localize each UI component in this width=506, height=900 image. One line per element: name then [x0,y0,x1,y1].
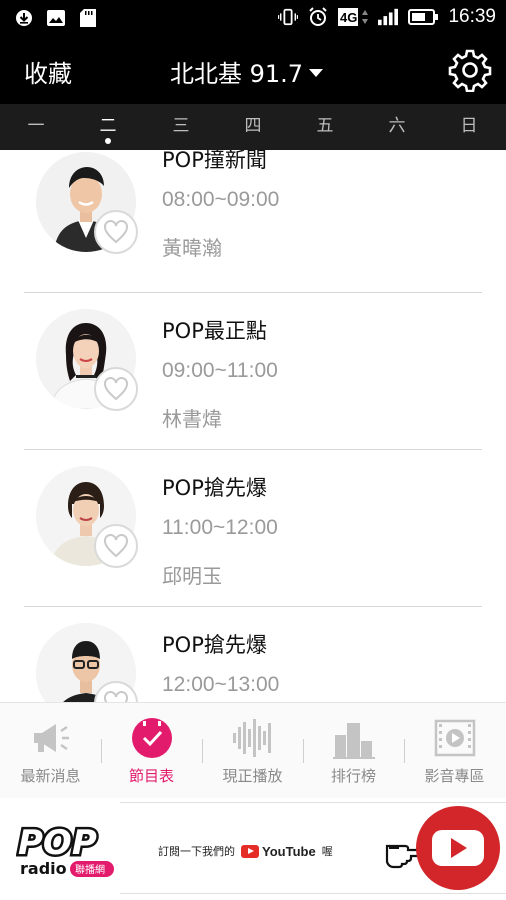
alarm-icon [308,7,328,27]
svg-text:radio: radio [20,859,67,878]
divider [120,893,506,894]
day-tab-fri[interactable]: 五 [289,104,361,150]
youtube-wordmark: YouTube [241,844,316,859]
sd-card-icon [78,8,98,28]
program-time: 11:00~12:00 [162,516,278,539]
program-host: 邱明玉 [162,564,222,588]
day-tab-thu[interactable]: 四 [217,104,289,150]
list-item[interactable]: POP撞新聞 08:00~09:00 黃暐瀚 [0,150,506,293]
nav-label: 排行榜 [330,767,376,785]
day-tab-sun[interactable]: 日 [433,104,505,150]
active-day-indicator [105,138,111,144]
program-time: 09:00~11:00 [162,359,278,382]
clock: 16:39 [448,6,496,27]
battery-icon [408,7,439,27]
nav-ranking[interactable]: 排行榜 [303,703,404,799]
station-label: 北北基 91.7 [170,60,304,88]
divider [120,802,506,803]
vibrate-icon [278,7,299,27]
nav-news[interactable]: 最新消息 [0,703,101,799]
day-tabs: 一 二 三 四 五 六 日 [0,104,506,150]
nav-label: 節目表 [128,767,174,785]
youtube-small-icon [241,844,259,858]
day-tab-tue[interactable]: 二 [72,104,144,150]
station-selector[interactable]: 北北基 91.7 [170,54,324,89]
ad-text-before: 訂閱一下我們的 [158,845,235,858]
program-title: POP最正點 [162,319,267,343]
list-item[interactable]: POP最正點 09:00~11:00 林書煒 [0,293,506,450]
program-time: 08:00~09:00 [162,188,280,211]
favorites-button[interactable]: 收藏 [24,54,72,89]
schedule-check-icon [131,717,173,759]
list-item[interactable]: POP搶先爆 12:00~13:00 [0,607,506,702]
svg-text:POP: POP [18,823,97,863]
day-tab-sat[interactable]: 六 [361,104,433,150]
day-tab-mon[interactable]: 一 [0,104,72,150]
megaphone-icon [30,717,72,759]
nav-label: 影音專區 [424,767,485,785]
ranking-icon [333,717,375,759]
svg-text:4G: 4G [340,10,357,25]
program-time: 12:00~13:00 [162,673,280,696]
ad-text: 訂閱一下我們的 YouTube 喔 [158,843,333,859]
download-icon [14,8,34,28]
bottom-nav: 最新消息 節目表 現正播放 排行榜 影音專區 [0,702,506,799]
heart-icon[interactable] [94,210,138,254]
nav-video[interactable]: 影音專區 [404,703,505,799]
status-bar: 4G 16:39 [0,0,506,36]
nav-now-playing[interactable]: 現正播放 [202,703,303,799]
image-icon [46,8,66,28]
video-icon [434,717,476,759]
gear-icon[interactable] [448,48,492,93]
heart-icon[interactable] [94,367,138,411]
youtube-icon[interactable] [414,804,502,892]
program-host: 黃暐瀚 [162,236,222,260]
chevron-down-icon [309,69,324,77]
list-item[interactable]: POP搶先爆 11:00~12:00 邱明玉 [0,450,506,607]
nav-label: 現正播放 [222,767,283,785]
app-header: 收藏 北北基 91.7 [0,36,506,104]
ad-text-after: 喔 [321,845,333,858]
heart-icon[interactable] [94,524,138,568]
signal-icon [378,7,399,27]
program-title: POP搶先爆 [162,633,267,657]
nav-label: 最新消息 [20,767,81,785]
program-host: 林書煒 [162,407,222,431]
network-4g-icon: 4G [338,7,369,27]
program-title: POP搶先爆 [162,476,267,500]
ad-banner[interactable]: POP radio 聯播網 訂閱一下我們的 YouTube 喔 [0,798,506,900]
program-title: POP撞新聞 [162,150,267,172]
nav-schedule[interactable]: 節目表 [101,703,202,799]
svg-text:聯播網: 聯播網 [75,863,105,876]
day-tab-wed[interactable]: 三 [145,104,217,150]
soundwave-icon [232,717,274,759]
program-list: POP撞新聞 08:00~09:00 黃暐瀚 POP最正點 09:00~11:0… [0,150,506,702]
pop-radio-logo: POP radio 聯播網 [16,820,126,880]
